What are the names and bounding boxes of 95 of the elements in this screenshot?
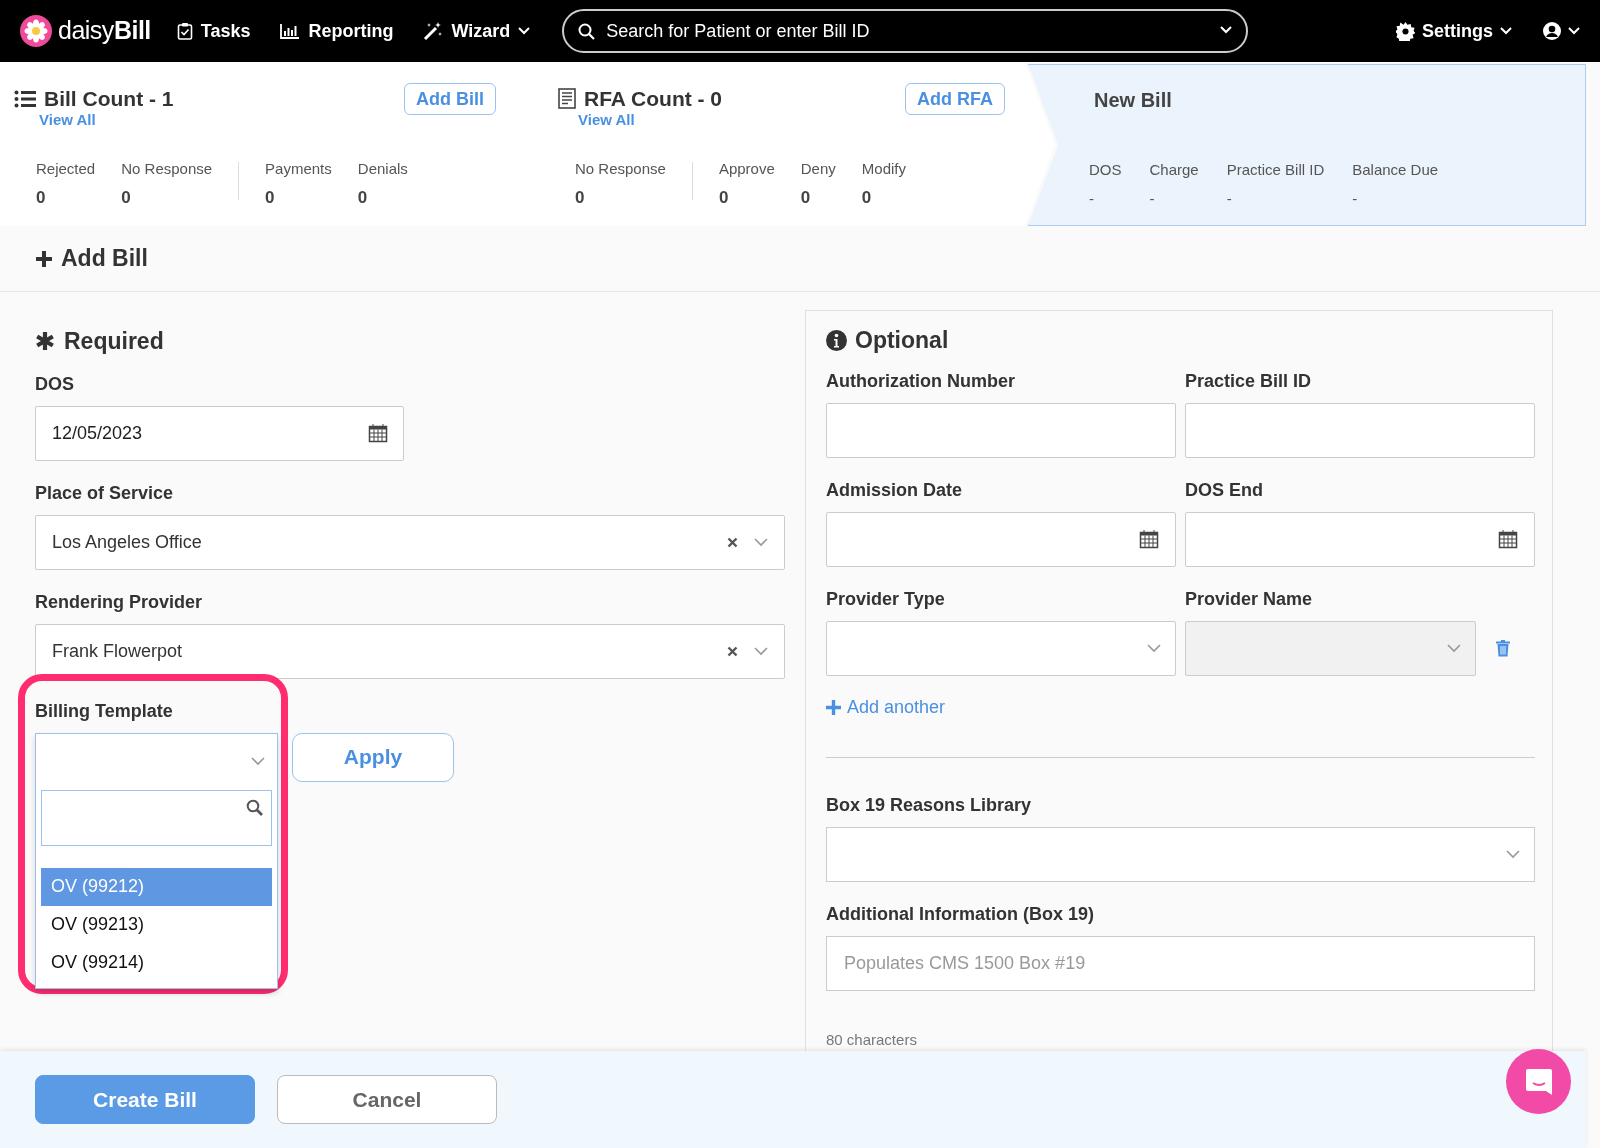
plus-icon: [826, 699, 841, 715]
date-field[interactable]: [826, 511, 1176, 567]
character-count: 80 characters: [826, 1029, 917, 1050]
nav-link[interactable]: Tasks: [176, 17, 251, 45]
stat-label: DOS: [1089, 160, 1122, 180]
section-heading: Required: [64, 327, 164, 356]
secondary-button[interactable]: Cancel: [277, 1075, 497, 1124]
chat-bubble-icon: [1523, 1066, 1554, 1097]
field-label: Provider Name: [1185, 587, 1313, 611]
stat-value: 0: [36, 187, 47, 209]
section-heading: Optional: [855, 326, 949, 355]
stat-value: 0: [800, 187, 812, 209]
date-field[interactable]: [1185, 511, 1535, 567]
chevron-down-icon: [251, 757, 265, 766]
chevron-down-icon: [1147, 643, 1161, 653]
card-title: Bill Count - 1: [44, 86, 174, 112]
clear-icon[interactable]: [727, 645, 738, 657]
stat-label: Practice Bill ID: [1226, 160, 1325, 180]
stat-value: -: [1226, 188, 1233, 209]
dropdown-option[interactable]: OV (99214): [41, 943, 272, 982]
date-field[interactable]: 12/05/2023: [35, 405, 404, 461]
field-label: Authorization Number: [826, 369, 1015, 393]
clear-icon[interactable]: [727, 536, 738, 548]
stat-value: 0: [861, 187, 873, 209]
dropdown-search-field[interactable]: [41, 789, 272, 846]
stat-label: Denials: [357, 158, 408, 179]
text-field[interactable]: [1185, 402, 1535, 458]
chevron-down-icon: [1447, 643, 1461, 653]
text-field[interactable]: Populates CMS 1500 Box #19: [826, 935, 1535, 991]
select-field[interactable]: [826, 826, 1535, 882]
stat-label: No Response: [575, 158, 666, 179]
field-label: DOS: [35, 372, 74, 396]
field-label: Additional Information (Box 19): [826, 902, 1094, 926]
chevron-down-icon: [518, 27, 531, 35]
stat-value: 0: [265, 187, 276, 209]
dropdown-option[interactable]: OV (99213): [41, 905, 272, 944]
field-label: Rendering Provider: [35, 590, 203, 614]
stat-value: -: [1149, 188, 1156, 209]
field-label: Place of Service: [35, 481, 174, 505]
field-label: Admission Date: [826, 478, 963, 502]
list-icon: [14, 89, 36, 108]
search-field[interactable]: Search for Patient or enter Bill ID: [562, 9, 1249, 53]
account-menu[interactable]: [1542, 21, 1580, 41]
stat-value: -: [1352, 188, 1359, 209]
bar-chart-icon: [280, 23, 301, 39]
chevron-down-icon: [1506, 849, 1520, 859]
chevron-down-icon: [1500, 27, 1512, 35]
asterisk-icon: [35, 331, 55, 352]
stat-label: Balance Due: [1352, 160, 1439, 180]
stat-label: No Response: [121, 158, 213, 179]
field-label: Billing Template: [35, 699, 173, 723]
page-title: Add Bill: [61, 244, 148, 274]
chevron-down-icon: [1568, 27, 1580, 35]
settings-menu[interactable]: Settings: [1396, 17, 1512, 45]
stat-label: Deny: [800, 158, 836, 179]
search-icon: [246, 798, 263, 816]
text-field[interactable]: [826, 402, 1176, 458]
select-field[interactable]: Los Angeles Office: [35, 514, 785, 570]
field-label: DOS End: [1185, 478, 1263, 502]
chevron-down-icon: [754, 537, 768, 547]
field-label: Practice Bill ID: [1185, 369, 1312, 393]
stat-value: 0: [575, 187, 586, 209]
settings-icon: [1396, 21, 1415, 41]
trash-icon[interactable]: [1496, 639, 1510, 657]
select-field[interactable]: Frank Flowerpot: [35, 623, 785, 679]
field-label: Box 19 Reasons Library: [826, 793, 1032, 817]
select-field[interactable]: [826, 620, 1176, 676]
card-title: RFA Count - 0: [584, 86, 723, 112]
chevron-down-icon: [754, 646, 768, 656]
stat-label: Modify: [861, 158, 906, 179]
stat-label: Charge: [1149, 160, 1199, 180]
clipboard-check-icon: [176, 22, 193, 40]
stat-value: -: [1089, 188, 1095, 209]
calendar-icon: [1498, 529, 1518, 549]
stat-label: Payments: [265, 158, 332, 179]
field-label: Provider Type: [826, 587, 945, 611]
search-icon: [578, 23, 596, 40]
calendar-icon: [1139, 529, 1159, 549]
card-title: New Bill: [1094, 88, 1172, 113]
flower-logo-icon[interactable]: [20, 15, 52, 47]
magic-wand-icon: [423, 21, 444, 41]
info-icon: [826, 329, 847, 351]
plus-icon: [35, 249, 53, 268]
chevron-down-icon: [1220, 26, 1233, 34]
stat-value: 0: [357, 187, 369, 209]
nav-link[interactable]: Reporting: [280, 17, 394, 45]
calendar-icon: [368, 422, 388, 443]
stat-value: 0: [121, 187, 132, 209]
nav-link[interactable]: Wizard: [423, 17, 531, 45]
document-icon: [558, 88, 576, 110]
stat-value: 0: [718, 187, 730, 209]
brand-logo-text[interactable]: daisyBill: [58, 12, 151, 50]
user-avatar-icon: [1542, 21, 1562, 41]
stat-label: Rejected: [36, 158, 96, 179]
stat-label: Approve: [718, 158, 775, 179]
